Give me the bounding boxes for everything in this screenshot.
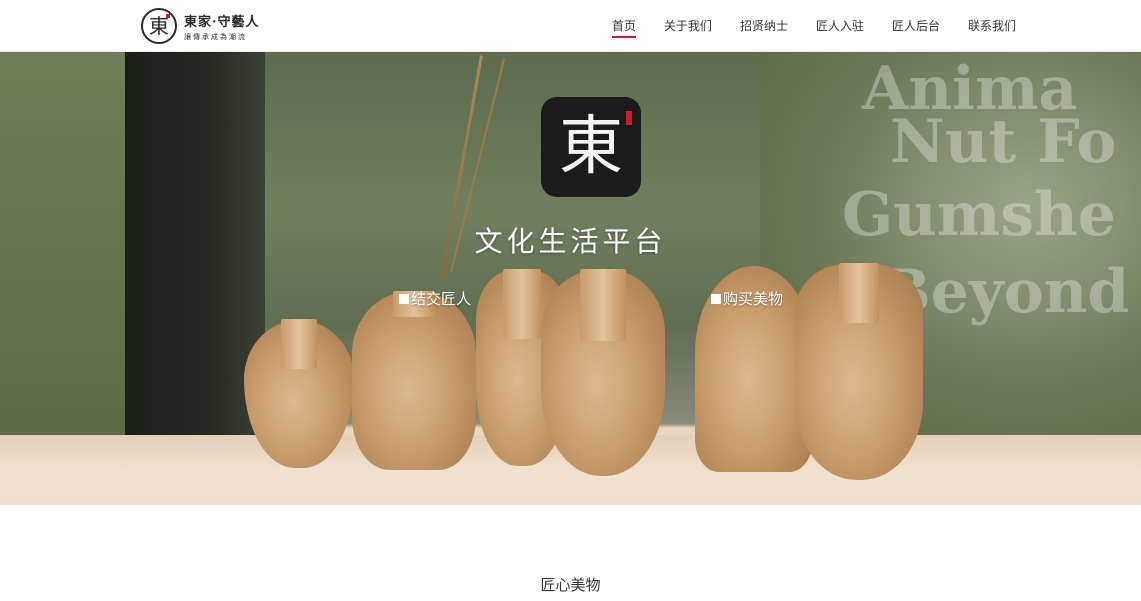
wooden-vase-image xyxy=(795,263,923,480)
buy-goods-link[interactable]: 购买美物 xyxy=(711,288,783,309)
nav-item-careers[interactable]: 招贤纳士 xyxy=(740,0,788,52)
logo-accent-dot xyxy=(166,14,170,18)
nav-item-home[interactable]: 首页 xyxy=(611,0,636,52)
brand-logo[interactable]: 東 東家·守藝人 讓傳承成為潮流 xyxy=(141,8,260,44)
app-logo-icon: 東 xyxy=(541,97,641,197)
nav-item-contact[interactable]: 联系我们 xyxy=(968,0,1016,52)
logo-char: 東 xyxy=(149,14,169,38)
logo-text: 東家·守藝人 讓傳承成為潮流 xyxy=(184,11,260,42)
meet-artisans-link[interactable]: 结交匠人 xyxy=(399,288,471,309)
main-nav: 首页 关于我们 招贤纳士 匠人入驻 匠人后台 联系我们 xyxy=(584,0,1016,52)
brand-name: 東家·守藝人 xyxy=(184,14,260,30)
nav-item-artisan-admin[interactable]: 匠人后台 xyxy=(892,0,940,52)
meet-artisans-label: 结交匠人 xyxy=(411,290,472,308)
wooden-vase-image xyxy=(541,269,665,476)
app-logo-char: 東 xyxy=(559,110,623,184)
section-title: 匠心美物 xyxy=(540,576,601,594)
brand-slogan: 讓傳承成為潮流 xyxy=(184,32,247,41)
hero-bg-blurred-text: Nut Fo xyxy=(890,107,1117,177)
site-header: 東 東家·守藝人 讓傳承成為潮流 首页 关于我们 招贤纳士 匠人入驻 匠人后台 … xyxy=(0,0,1141,52)
square-bullet-icon xyxy=(399,293,409,304)
app-logo-accent xyxy=(626,111,632,125)
nav-item-about[interactable]: 关于我们 xyxy=(664,0,712,52)
nav-item-artisan-join[interactable]: 匠人入驻 xyxy=(816,0,864,52)
wooden-vase-image xyxy=(352,291,476,470)
buy-goods-label: 购买美物 xyxy=(723,290,784,308)
hero-banner: Anima Nut Fo Gumshe Beyond 東 文化生活平台 结交匠人… xyxy=(0,52,1141,505)
hero-title: 文化生活平台 xyxy=(474,225,667,258)
square-bullet-icon xyxy=(711,293,721,304)
logo-mark-icon: 東 xyxy=(141,8,177,44)
